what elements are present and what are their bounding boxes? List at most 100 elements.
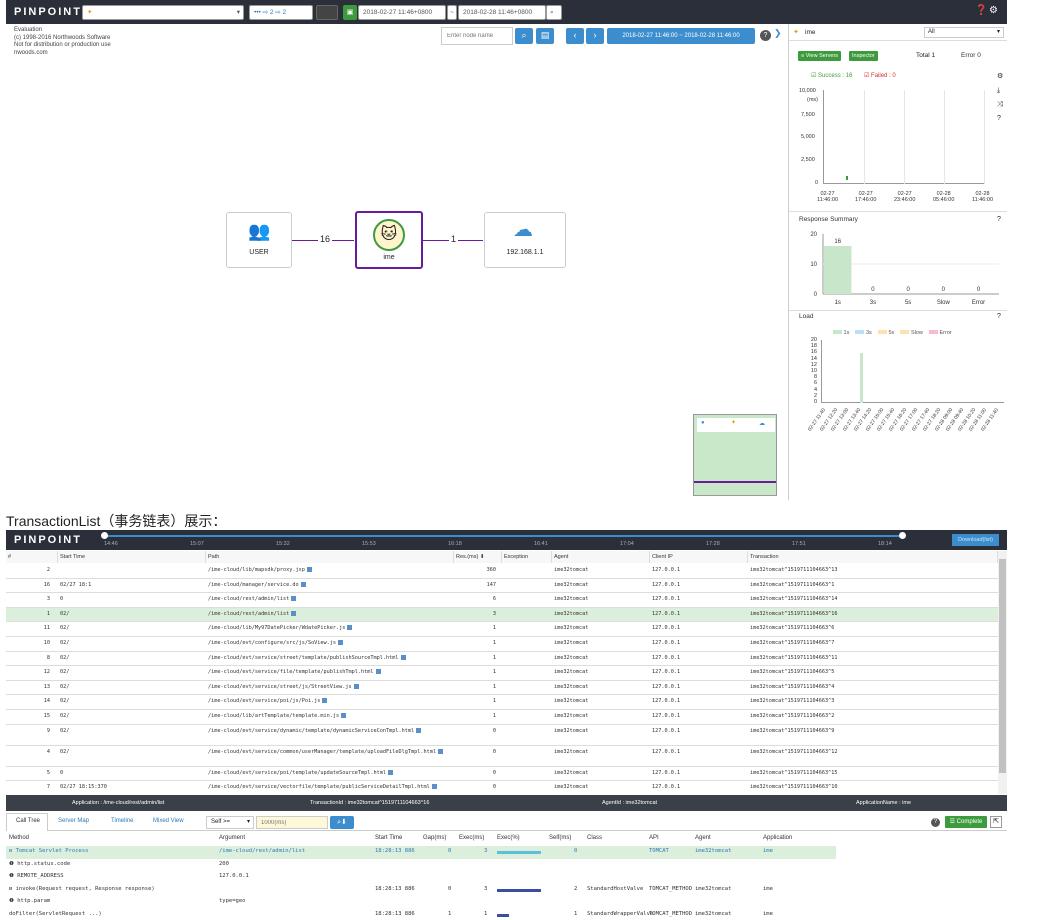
table-row[interactable]: 13 02/ /ime-cloud/evt/service/street/js/St… xyxy=(6,681,998,696)
col-index[interactable]: # xyxy=(6,551,58,563)
col-agent[interactable]: Agent xyxy=(552,551,650,563)
table-row[interactable]: 11 02/ /ime-cloud/lib/My97DatePicker/Wdate… xyxy=(6,622,998,637)
col-exception[interactable]: Exception xyxy=(502,551,552,563)
to-time-input[interactable]: 2018-02-28 11:46+0800 xyxy=(458,5,546,20)
col-path[interactable]: Path xyxy=(206,551,454,563)
calltree-row[interactable]: ⊟ invoke(Request request, Response respo… xyxy=(6,884,836,897)
table-row[interactable]: 1 02/ /ime-cloud/rest/admin/list 3 ime32tomc… xyxy=(6,607,998,623)
view-servers-button[interactable]: ≡ View Servers xyxy=(798,51,842,61)
file-icon[interactable] xyxy=(322,698,328,704)
col-transaction[interactable]: Transaction xyxy=(748,551,998,563)
table-row[interactable]: 4 02/ /ime-cloud/evt/service/common/userMa… xyxy=(6,746,998,767)
row-path[interactable]: /ime-cloud/evt/configure/src/js/SoView.j… xyxy=(208,640,344,646)
search-icon[interactable]: ⌕ xyxy=(546,5,562,20)
table-row[interactable]: 12 02/ /ime-cloud/evt/service/file/templat… xyxy=(6,666,998,681)
file-icon[interactable] xyxy=(400,654,406,660)
file-icon[interactable] xyxy=(347,625,353,631)
file-icon[interactable] xyxy=(291,596,297,602)
row-path[interactable]: /ime-cloud/evt/service/common/userManage… xyxy=(208,748,448,755)
row-path[interactable]: /ime-cloud/evt/service/poi/js/Poi.js xyxy=(208,698,328,704)
table-row[interactable]: 14 02/ /ime-cloud/evt/service/poi/js/Poi.j… xyxy=(6,695,998,710)
file-icon[interactable] xyxy=(416,727,422,733)
download-list-button[interactable]: Download(list) xyxy=(952,534,999,546)
from-time-input[interactable]: 2018-02-27 11:46+0800 xyxy=(358,5,446,20)
row-path[interactable]: /ime-cloud/manager/service.do xyxy=(208,581,306,588)
row-path[interactable]: /ime-cloud/evt/service/street/template/p… xyxy=(208,654,406,661)
table-row[interactable]: 16 02/27 18:1/ime-cloud/manager/service.d… xyxy=(6,579,998,594)
download-icon[interactable]: ⤓ xyxy=(997,87,1000,95)
gear-icon[interactable]: ⚙ xyxy=(989,5,998,16)
table-scrollbar[interactable] xyxy=(998,551,1007,794)
scatter-chart[interactable] xyxy=(823,90,985,184)
node-search-input[interactable] xyxy=(441,27,513,45)
complete-button[interactable]: ☰ Complete xyxy=(945,816,987,828)
gear-icon[interactable]: ⚙ xyxy=(997,72,1003,80)
range-end-handle[interactable] xyxy=(899,532,906,539)
open-external-icon[interactable]: ⇱ xyxy=(990,816,1002,828)
calltree-col-header[interactable]: Gap(ms) xyxy=(423,833,446,844)
calltree-col-header[interactable]: Agent xyxy=(695,833,711,844)
file-icon[interactable] xyxy=(341,713,347,718)
calltree-col-header[interactable]: Start Time xyxy=(375,833,402,844)
success-checkbox[interactable]: ☑ Success : 16 xyxy=(811,72,852,79)
row-path[interactable]: /ime-cloud/evt/service/poi/template/upda… xyxy=(208,769,394,776)
calltree-row[interactable]: doFilter(ServletRequest ...) 18:28:13 886… xyxy=(6,909,836,920)
table-row[interactable]: 10 02/ /ime-cloud/evt/configure/src/js/SoV… xyxy=(6,637,998,652)
user-node[interactable]: 👥 USER xyxy=(226,212,292,268)
prev-range-button[interactable]: ‹ xyxy=(566,28,584,44)
row-path[interactable]: /ime-cloud/lib/My97DatePicker/WdatePicke… xyxy=(208,625,353,631)
timeline-range-bar[interactable] xyxy=(104,535,904,537)
row-path[interactable]: /ime-cloud/lib/artTemplate/template.min.… xyxy=(208,713,347,719)
col-client-ip[interactable]: Client IP xyxy=(650,551,748,563)
table-row[interactable]: 5 0/ime-cloud/evt/service/poi/template/up… xyxy=(6,767,998,782)
file-icon[interactable] xyxy=(300,581,306,587)
calltree-col-header[interactable]: Method xyxy=(9,833,29,844)
calendar-icon[interactable]: ▣ xyxy=(343,5,357,20)
calltree-col-header[interactable]: API xyxy=(649,833,659,844)
row-path[interactable]: /ime-cloud/rest/admin/list xyxy=(208,610,297,617)
file-icon[interactable] xyxy=(431,784,437,790)
help-icon[interactable]: ? xyxy=(931,818,940,827)
help-icon[interactable]: ? xyxy=(997,216,1001,223)
calltree-row[interactable]: ❶ http.param type=geo xyxy=(6,896,836,909)
calltree-row[interactable]: ❶ REMOTE_ADDRESS 127.0.0.1 xyxy=(6,871,836,884)
file-icon[interactable] xyxy=(306,567,312,572)
calltree-col-header[interactable]: Application xyxy=(763,833,792,844)
table-row[interactable]: 9 02/ /ime-cloud/evt/service/dynamic/templ… xyxy=(6,725,998,746)
failed-checkbox[interactable]: ☑ Failed : 0 xyxy=(864,72,896,79)
tab-call-tree[interactable]: Call Tree xyxy=(16,818,40,824)
tab-mixed-view[interactable]: Mixed View xyxy=(153,818,184,824)
file-icon[interactable] xyxy=(438,748,443,754)
inspector-button[interactable]: Inspector xyxy=(849,51,878,61)
file-icon[interactable] xyxy=(388,769,394,775)
tab-timeline[interactable]: Timeline xyxy=(111,818,133,824)
ime-app-node[interactable]: 🐱 ime xyxy=(355,211,423,269)
search-node-button[interactable]: ⌕ xyxy=(515,28,533,44)
unknown-cloud-node[interactable]: ☁ 192.168.1.1 xyxy=(484,212,566,268)
col-start-time[interactable]: Start Time xyxy=(58,551,206,563)
row-path[interactable]: /ime-cloud/evt/service/file/template/pub… xyxy=(208,669,381,675)
calltree-col-header[interactable]: Class xyxy=(587,833,602,844)
row-path[interactable]: /ime-cloud/lib/mapsdk/proxy.jsp xyxy=(208,567,312,573)
calltree-col-header[interactable]: Argument xyxy=(219,833,245,844)
row-path[interactable]: /ime-cloud/evt/service/vectorfile/templa… xyxy=(208,784,448,790)
calltree-row[interactable]: ❶ http.status.code 200 xyxy=(6,859,836,872)
fold-icon[interactable]: ❯ xyxy=(774,28,782,39)
help-icon[interactable]: ? xyxy=(760,30,771,41)
calltree-row[interactable]: ⊟ Tomcat Servlet Process/ime-cloud/rest/… xyxy=(6,846,836,859)
help-icon[interactable]: ? xyxy=(997,115,1001,122)
col-res[interactable]: Res.(ms) ⬇ xyxy=(454,551,502,563)
row-path[interactable]: /ime-cloud/evt/service/dynamic/template/… xyxy=(208,727,448,734)
row-path[interactable]: /ime-cloud/rest/admin/list xyxy=(208,596,297,602)
filter-button[interactable]: ▤ xyxy=(536,28,554,44)
file-icon[interactable] xyxy=(338,640,344,645)
self-filter-select[interactable]: Self >= ▾ xyxy=(206,816,254,829)
range-start-handle[interactable] xyxy=(101,532,108,539)
calltree-col-header[interactable]: Exec(ms) xyxy=(459,833,484,844)
tab-server-map[interactable]: Server Map xyxy=(58,818,89,824)
calltree-col-header[interactable]: Self(ms) xyxy=(549,833,571,844)
file-icon[interactable] xyxy=(291,610,297,616)
file-icon[interactable] xyxy=(353,683,359,689)
help-icon[interactable]: ❓ xyxy=(975,5,987,16)
file-icon[interactable] xyxy=(375,669,381,675)
